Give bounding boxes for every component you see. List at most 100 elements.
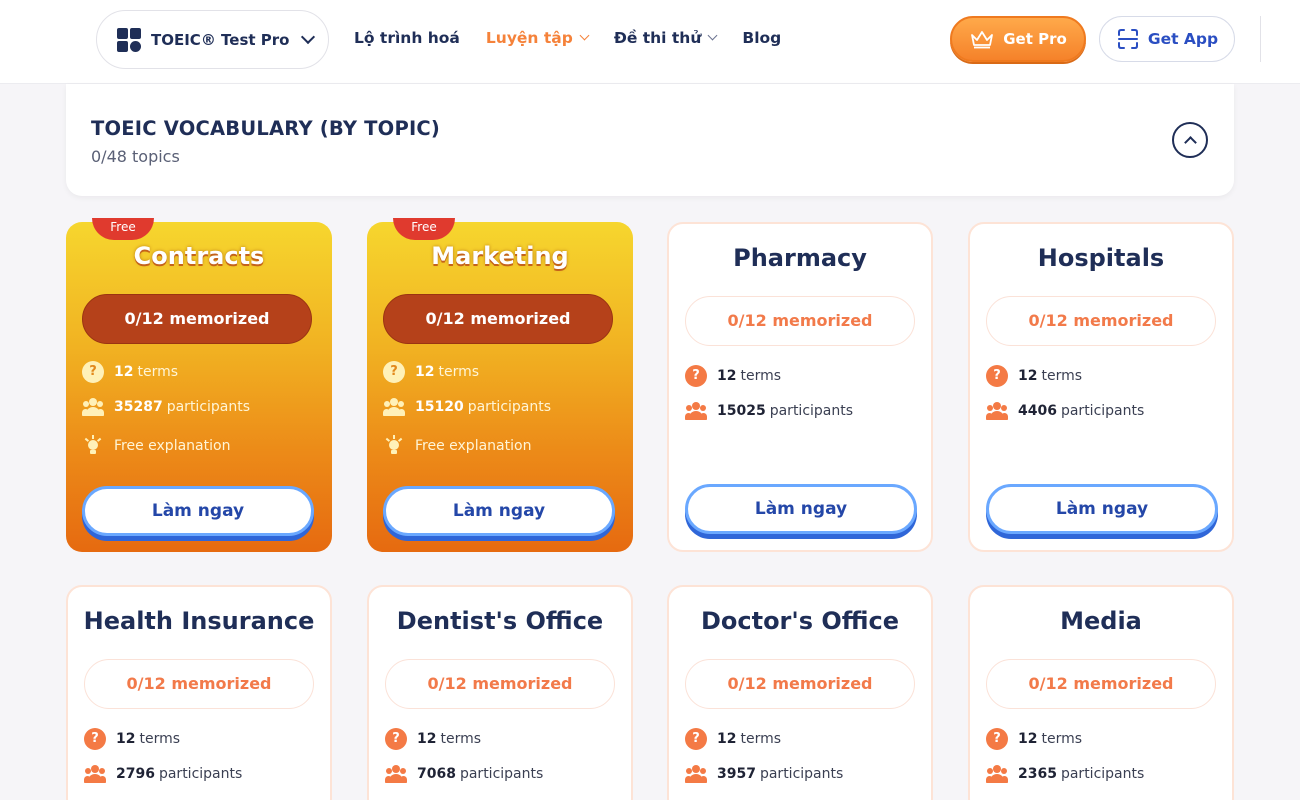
lightbulb-icon xyxy=(82,435,104,457)
memorized-progress: 0/12 memorized xyxy=(685,296,915,346)
get-app-button[interactable]: Get App xyxy=(1099,16,1235,62)
memorized-progress: 0/12 memorized xyxy=(82,294,312,344)
people-icon xyxy=(986,765,1008,783)
vocabulary-section-header: TOEIC VOCABULARY (BY TOPIC) 0/48 topics xyxy=(66,84,1234,196)
participants-count: 2796 participants xyxy=(84,765,242,783)
get-app-label: Get App xyxy=(1147,30,1219,48)
start-button[interactable]: Làm ngay xyxy=(383,486,615,536)
topic-card-contracts: Free Contracts 0/12 memorized ? 12 terms… xyxy=(66,218,332,552)
people-icon xyxy=(383,398,405,416)
topic-card-hospitals: Hospitals 0/12 memorized ? 12 terms 4406… xyxy=(968,222,1234,552)
memorized-progress: 0/12 memorized xyxy=(385,659,615,709)
section-title: TOEIC VOCABULARY (BY TOPIC) xyxy=(91,117,441,140)
topic-title: Hospitals xyxy=(1037,244,1165,272)
terms-value: 12 xyxy=(1018,368,1038,384)
topic-card-marketing: Free Marketing 0/12 memorized ? 12 terms… xyxy=(367,218,633,552)
start-button[interactable]: Làm ngay xyxy=(82,486,314,536)
terms-count: ? 12 terms xyxy=(383,361,479,383)
app-name: TOEIC® Test Pro xyxy=(151,30,290,49)
question-icon: ? xyxy=(685,365,707,387)
chevron-down-icon xyxy=(301,29,316,44)
start-button[interactable]: Làm ngay xyxy=(685,484,917,534)
header-divider xyxy=(1260,16,1261,62)
participants-count: 15120 participants xyxy=(383,398,551,416)
terms-count: ? 12 terms xyxy=(986,365,1082,387)
topic-title: Pharmacy xyxy=(733,244,867,272)
topics-progress: 0/48 topics xyxy=(91,147,180,166)
participants-count: 2365 participants xyxy=(986,765,1144,783)
question-icon: ? xyxy=(383,361,405,383)
terms-label: terms xyxy=(438,364,480,380)
topic-card-pharmacy: Pharmacy 0/12 memorized ? 12 terms 15025… xyxy=(667,222,933,552)
people-icon xyxy=(986,402,1008,420)
terms-value: 12 xyxy=(116,731,136,747)
terms-value: 12 xyxy=(717,368,737,384)
question-icon: ? xyxy=(82,361,104,383)
terms-label: terms xyxy=(1041,731,1083,747)
topic-title: Dentist's Office xyxy=(396,607,604,635)
participants-value: 4406 xyxy=(1018,403,1057,419)
memorized-progress: 0/12 memorized xyxy=(685,659,915,709)
top-navbar: TOEIC® Test Pro Lộ trình hoá Luyện tập Đ… xyxy=(0,0,1300,84)
participants-label: participants xyxy=(1060,766,1145,782)
topic-card-doctors-office: Doctor's Office 0/12 memorized ? 12 term… xyxy=(667,585,933,800)
participants-count: 3957 participants xyxy=(685,765,843,783)
terms-count: ? 12 terms xyxy=(986,728,1082,750)
nav-item-blog[interactable]: Blog xyxy=(742,26,781,50)
question-icon: ? xyxy=(685,728,707,750)
participants-label: participants xyxy=(769,403,854,419)
nav-item-luyen-tap[interactable]: Luyện tập xyxy=(485,26,590,50)
free-badge: Free xyxy=(393,218,455,240)
terms-label: terms xyxy=(440,731,482,747)
people-icon xyxy=(82,398,104,416)
topic-title: Contracts xyxy=(133,242,265,270)
participants-value: 7068 xyxy=(417,766,456,782)
collapse-button[interactable] xyxy=(1172,122,1208,158)
participants-value: 3957 xyxy=(717,766,756,782)
app-switcher[interactable]: TOEIC® Test Pro xyxy=(96,10,329,69)
participants-label: participants xyxy=(459,766,544,782)
nav-item-lo-trinh-hoa[interactable]: Lộ trình hoá xyxy=(354,26,460,50)
participants-label: participants xyxy=(166,399,251,415)
topic-title: Marketing xyxy=(431,242,569,270)
terms-label: terms xyxy=(740,731,782,747)
crown-icon xyxy=(971,31,994,49)
topic-title: Media xyxy=(1060,607,1142,635)
chevron-down-icon xyxy=(579,30,590,41)
question-icon: ? xyxy=(84,728,106,750)
terms-value: 12 xyxy=(417,731,437,747)
question-icon: ? xyxy=(986,728,1008,750)
participants-count: 4406 participants xyxy=(986,402,1144,420)
terms-value: 12 xyxy=(114,364,134,380)
terms-count: ? 12 terms xyxy=(84,728,180,750)
main-nav: Lộ trình hoá Luyện tập Đề thi thử Blog xyxy=(354,26,781,50)
memorized-progress: 0/12 memorized xyxy=(383,294,613,344)
memorized-progress: 0/12 memorized xyxy=(84,659,314,709)
terms-count: ? 12 terms xyxy=(685,365,781,387)
get-pro-button[interactable]: Get Pro xyxy=(950,16,1086,62)
start-button[interactable]: Làm ngay xyxy=(986,484,1218,534)
chevron-up-icon xyxy=(1183,135,1197,149)
participants-count: 15025 participants xyxy=(685,402,853,420)
participants-value: 2796 xyxy=(116,766,155,782)
terms-label: terms xyxy=(139,731,181,747)
topic-title: Doctor's Office xyxy=(700,607,900,635)
topic-title: Health Insurance xyxy=(83,607,315,635)
scan-icon xyxy=(1117,29,1138,49)
nav-label: Luyện tập xyxy=(485,29,573,47)
app-grid-icon xyxy=(117,27,141,52)
nav-label: Lộ trình hoá xyxy=(354,29,460,47)
people-icon xyxy=(84,765,106,783)
free-badge: Free xyxy=(92,218,154,240)
free-explanation: Free explanation xyxy=(82,435,230,457)
topic-card-health-insurance: Health Insurance 0/12 memorized ? 12 ter… xyxy=(66,585,332,800)
memorized-progress: 0/12 memorized xyxy=(986,296,1216,346)
chevron-down-icon xyxy=(707,30,718,41)
free-explanation: Free explanation xyxy=(383,435,531,457)
nav-item-de-thi-thu[interactable]: Đề thi thử xyxy=(614,26,718,50)
participants-value: 2365 xyxy=(1018,766,1057,782)
participants-label: participants xyxy=(467,399,552,415)
get-pro-label: Get Pro xyxy=(1003,30,1067,48)
memorized-progress: 0/12 memorized xyxy=(986,659,1216,709)
participants-label: participants xyxy=(759,766,844,782)
